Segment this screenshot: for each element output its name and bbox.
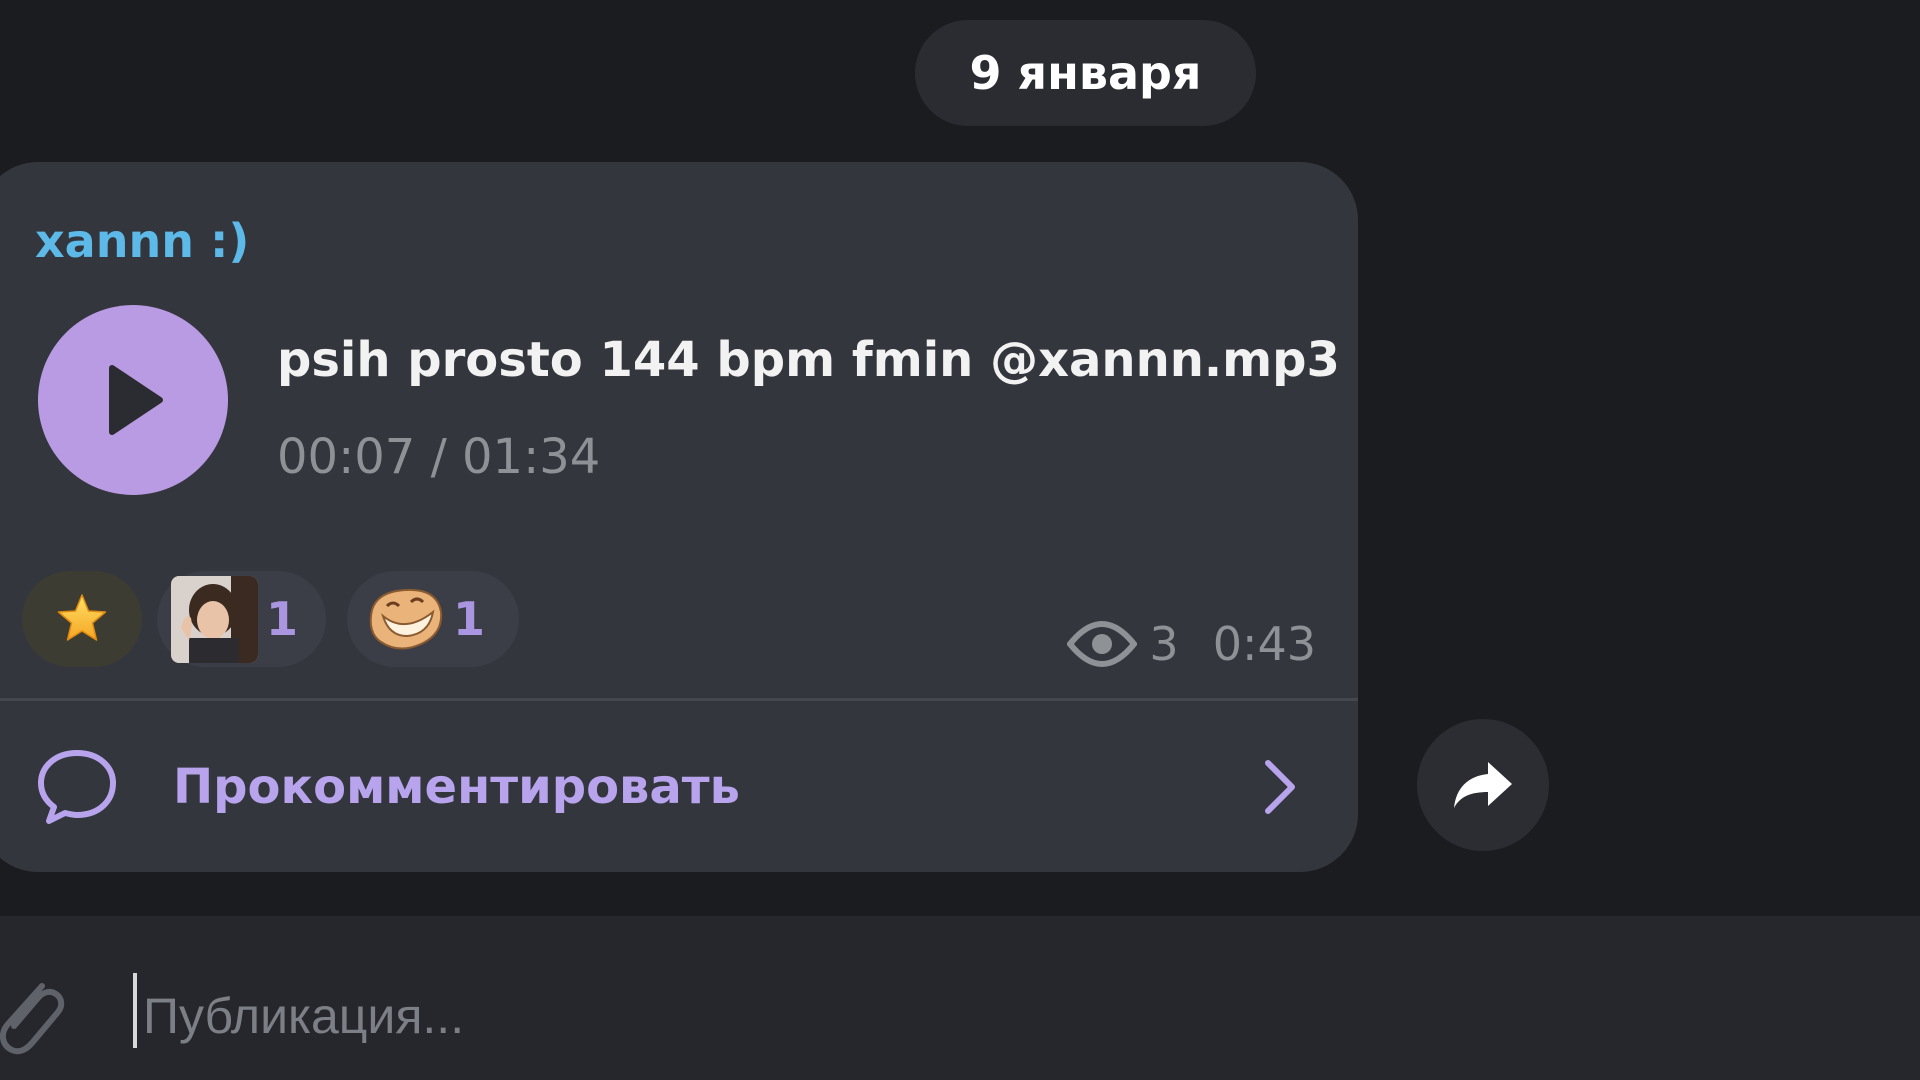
- message-input[interactable]: [141, 965, 1845, 1067]
- message-time: 0:43: [1212, 617, 1316, 671]
- reaction-count: 1: [266, 592, 299, 646]
- reaction-photo[interactable]: 1: [157, 571, 326, 667]
- user-photo: [171, 575, 258, 663]
- comment-button[interactable]: Прокомментировать: [0, 701, 1358, 872]
- share-icon: [1454, 762, 1512, 808]
- date-separator: 9 января: [915, 20, 1256, 126]
- comment-label: Прокомментировать: [173, 758, 740, 815]
- reaction-troll[interactable]: 1: [347, 571, 519, 667]
- chevron-right-icon: [1265, 760, 1295, 814]
- message-bubble: xannn :) psih prosto 144 bpm fmin @xannn…: [0, 162, 1358, 872]
- chat-area: 9 января xannn :) psih prosto 144 bpm fm…: [0, 0, 1920, 916]
- text-caret: [133, 973, 137, 1048]
- message-author[interactable]: xannn :): [35, 214, 249, 268]
- view-count: 3: [1149, 617, 1179, 671]
- reaction-count: 1: [453, 592, 486, 646]
- paperclip-icon[interactable]: [0, 968, 68, 1058]
- troll-face-icon: [369, 588, 443, 650]
- play-button[interactable]: [38, 305, 228, 495]
- share-button[interactable]: [1417, 719, 1549, 851]
- eye-icon: [1067, 621, 1138, 667]
- comment-icon: [38, 750, 116, 824]
- audio-file-name: psih prosto 144 bpm fmin @xannn.mp3: [277, 332, 1340, 388]
- audio-time: 00:07 / 01:34: [277, 429, 601, 485]
- star-icon: [57, 594, 107, 641]
- reaction-star[interactable]: [22, 571, 142, 667]
- play-icon: [109, 365, 163, 435]
- message-meta: 3 0:43: [1067, 617, 1316, 671]
